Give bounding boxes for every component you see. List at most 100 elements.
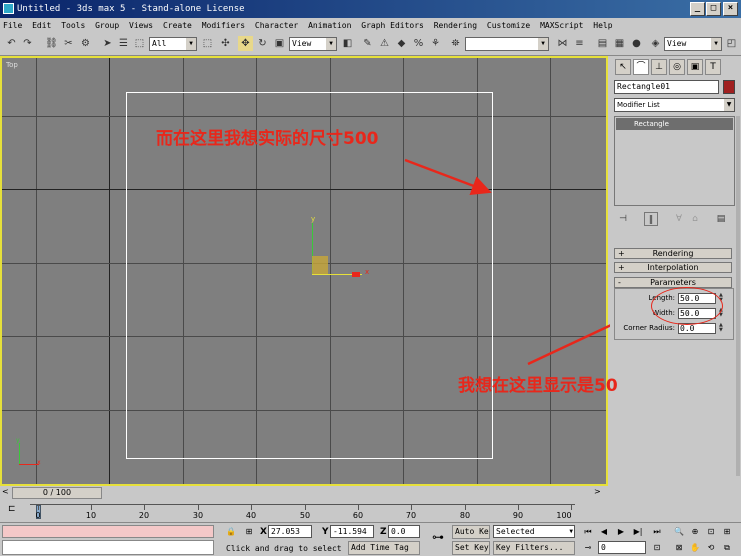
z-coord-field[interactable]: 0.0 [388,525,420,538]
transform-gizmo[interactable]: y x [307,215,387,285]
previous-frame-icon[interactable]: ◀ [597,525,611,538]
remove-modifier-icon[interactable]: ⌂ [688,212,702,226]
rollout-interpolation[interactable]: + Interpolation [614,262,732,273]
zoom-icon[interactable]: 🔍 [672,525,686,538]
pan-icon[interactable]: ✋ [688,541,702,554]
snap-toggle-icon[interactable]: ⚠ [377,36,392,51]
menu-character[interactable]: Character [255,21,298,30]
menu-tools[interactable]: Tools [61,21,85,30]
configure-sets-icon[interactable]: ▤ [714,212,728,226]
add-time-tag-button[interactable]: Add Time Tag [348,541,420,555]
stack-item-rectangle[interactable]: Rectangle [616,118,733,130]
next-frame-icon[interactable]: ▶| [631,525,645,538]
menu-group[interactable]: Group [95,21,119,30]
zoom-extents-all-icon[interactable]: ⊞ [720,525,734,538]
render-scene-icon[interactable]: ◈ [648,36,663,51]
window-crossing-icon[interactable]: ⬚ [200,36,215,51]
go-to-end-icon[interactable]: ⏭ [650,525,664,538]
arc-rotate-icon[interactable]: ⟲ [704,541,718,554]
bind-space-warp-icon[interactable]: ⚙ [78,36,93,51]
menu-modifiers[interactable]: Modifiers [202,21,245,30]
auto-key-button[interactable]: Auto Key [452,525,490,539]
key-mode-dropdown[interactable]: Selected ▼ [493,525,575,538]
select-move-icon[interactable]: ✣ [218,36,233,51]
key-filters-button[interactable]: Key Filters... [493,541,575,555]
show-end-result-icon[interactable]: ‖ [644,212,658,226]
set-key-button[interactable]: Set Key [452,541,490,555]
maxscript-input[interactable] [2,540,214,555]
menu-graph-editors[interactable]: Graph Editors [361,21,424,30]
schematic-view-icon[interactable]: ▦ [612,36,627,51]
pivot-center-icon[interactable]: ◧ [340,36,355,51]
make-unique-icon[interactable]: ∀ [672,212,686,226]
named-selection-icon[interactable]: ⛯ [448,36,463,51]
rollout-parameters[interactable]: - Parameters [614,277,732,288]
close-button[interactable]: × [723,2,738,16]
absolute-mode-icon[interactable]: ⊞ [242,525,256,538]
modify-tab-icon[interactable]: ⌒ [633,59,649,75]
render-type-dropdown[interactable]: View ▼ [664,37,722,51]
select-rotate-icon[interactable]: ✥ [238,36,253,51]
slider-right-icon[interactable]: > [594,487,601,496]
play-icon[interactable]: ▶ [614,525,628,538]
menu-edit[interactable]: Edit [32,21,51,30]
named-selection-dropdown[interactable]: ▼ [465,37,549,51]
zoom-extents-icon[interactable]: ⊡ [704,525,718,538]
menu-customize[interactable]: Customize [487,21,530,30]
percent-snap-icon[interactable]: % [411,36,426,51]
quick-render-icon[interactable]: ◰ [724,36,739,51]
zoom-all-icon[interactable]: ⊕ [688,525,702,538]
timeline-ruler[interactable]: 0 10 20 30 40 50 60 70 80 90 100 [30,504,575,520]
object-color-swatch[interactable] [723,80,735,94]
maxscript-listener-mini[interactable] [2,525,214,538]
panel-scrollbar[interactable] [736,116,740,476]
menu-help[interactable]: Help [593,21,612,30]
menu-file[interactable]: File [3,21,22,30]
link-icon[interactable]: ⛓ [44,36,59,51]
minimize-button[interactable]: _ [690,2,705,16]
gizmo-plane-handle[interactable] [312,256,328,274]
maximize-button[interactable]: □ [706,2,721,16]
slider-left-icon[interactable]: < [2,487,9,496]
select-scale-icon[interactable]: ↻ [255,36,270,51]
viewport-label[interactable]: Top [6,61,18,69]
hierarchy-tab-icon[interactable]: ⊥ [651,59,667,75]
lock-selection-icon[interactable]: 🔒 [224,525,238,538]
pin-stack-icon[interactable]: ⊣ [616,212,630,226]
utilities-tab-icon[interactable]: T [705,59,721,75]
y-coord-field[interactable]: -11.594 [330,525,374,538]
undo-icon[interactable]: ↶ [4,36,19,51]
selection-filter-dropdown[interactable]: All ▼ [149,37,197,51]
field-of-view-icon[interactable]: ⊠ [672,541,686,554]
unlink-icon[interactable]: ✂ [61,36,76,51]
angle-snap-icon[interactable]: ◆ [394,36,409,51]
create-tab-icon[interactable]: ↖ [615,59,631,75]
menu-maxscript[interactable]: MAXScript [540,21,583,30]
spinner-snap-icon[interactable]: ⚘ [428,36,443,51]
material-editor-icon[interactable]: ● [629,36,644,51]
key-icon[interactable]: ⊶ [428,531,448,544]
curve-editor-icon[interactable]: ▤ [595,36,610,51]
mirror-icon[interactable]: ⋈ [555,36,570,51]
align-icon[interactable]: ≡ [572,36,587,51]
menu-rendering[interactable]: Rendering [434,21,477,30]
menu-animation[interactable]: Animation [308,21,351,30]
go-to-start-icon[interactable]: ⏮ [581,525,595,538]
redo-icon[interactable]: ↷ [20,36,35,51]
uniform-scale-icon[interactable]: ▣ [272,36,287,51]
select-manipulate-icon[interactable]: ✎ [360,36,375,51]
select-object-icon[interactable]: ➤ [100,36,115,51]
corner-radius-spinner[interactable]: ▲ ▼ [719,323,725,334]
menu-views[interactable]: Views [129,21,153,30]
timeline-toggle-icon[interactable]: ⊏ [8,504,16,514]
viewport-top[interactable]: Top y x y x 而在这里我想实际的尺寸500 [0,56,608,486]
motion-tab-icon[interactable]: ◎ [669,59,685,75]
current-frame-field[interactable]: 0 [598,541,646,554]
time-config-icon[interactable]: ⊡ [650,541,664,554]
rollout-rendering[interactable]: + Rendering [614,248,732,259]
select-by-name-icon[interactable]: ☰ [116,36,131,51]
key-mode-toggle-icon[interactable]: ⊸ [581,541,595,554]
menu-create[interactable]: Create [163,21,192,30]
time-slider[interactable]: 0 / 100 [12,487,102,499]
object-name-field[interactable]: Rectangle01 [614,80,719,94]
